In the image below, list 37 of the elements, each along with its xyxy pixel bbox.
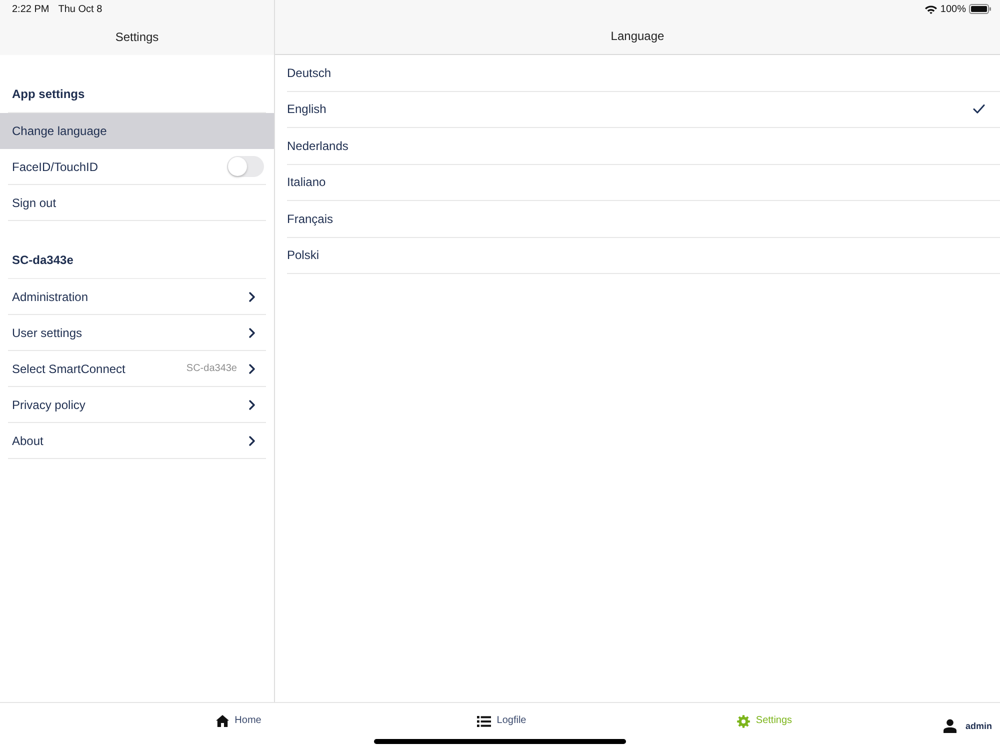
tab-button[interactable]: Logfile bbox=[474, 714, 528, 728]
language-option[interactable]: Nederlands bbox=[287, 128, 1000, 164]
toggle-switch[interactable] bbox=[227, 156, 264, 177]
battery-percent: 100% bbox=[940, 4, 966, 14]
chevron-right-icon bbox=[249, 328, 255, 338]
language-option[interactable]: Polski bbox=[287, 238, 1000, 274]
battery-icon bbox=[969, 4, 991, 14]
settings-row[interactable]: Privacy policy bbox=[0, 387, 274, 423]
settings-row[interactable]: Administration bbox=[0, 279, 274, 315]
settings-row[interactable]: Change language bbox=[0, 113, 274, 149]
tab-button[interactable]: Home bbox=[214, 714, 264, 728]
gear-icon bbox=[736, 714, 750, 728]
chevron-right-icon bbox=[249, 436, 255, 446]
list-icon bbox=[476, 716, 491, 726]
section-heading: SC-da343e bbox=[12, 252, 74, 268]
chevron-right-icon bbox=[249, 364, 255, 374]
chevron-right-icon bbox=[249, 292, 255, 302]
person-icon bbox=[943, 719, 958, 733]
settings-row[interactable]: Select SmartConnect SC-da343e bbox=[0, 351, 274, 387]
wifi-icon bbox=[925, 4, 938, 14]
language-option[interactable]: Français bbox=[287, 201, 1000, 238]
home-icon bbox=[216, 715, 229, 727]
language-option[interactable]: Italiano bbox=[287, 164, 1000, 201]
language-option[interactable]: Deutsch bbox=[287, 55, 1000, 92]
panel-title: Settings bbox=[115, 30, 159, 44]
section-heading: App settings bbox=[12, 86, 85, 102]
row-value: SC-da343e bbox=[186, 363, 237, 374]
chevron-right-icon bbox=[249, 400, 255, 410]
panel-title: Language bbox=[610, 29, 664, 43]
status-time: 2:22 PM bbox=[12, 4, 50, 14]
settings-row[interactable]: Sign out bbox=[0, 185, 274, 221]
settings-row[interactable]: User settings bbox=[0, 315, 274, 351]
language-option[interactable]: English bbox=[287, 92, 1000, 128]
settings-row[interactable]: FaceID/TouchID bbox=[0, 149, 274, 185]
status-date: Thu Oct 8 bbox=[58, 4, 102, 14]
settings-row[interactable]: About bbox=[0, 423, 274, 459]
user-name: admin bbox=[965, 721, 992, 731]
